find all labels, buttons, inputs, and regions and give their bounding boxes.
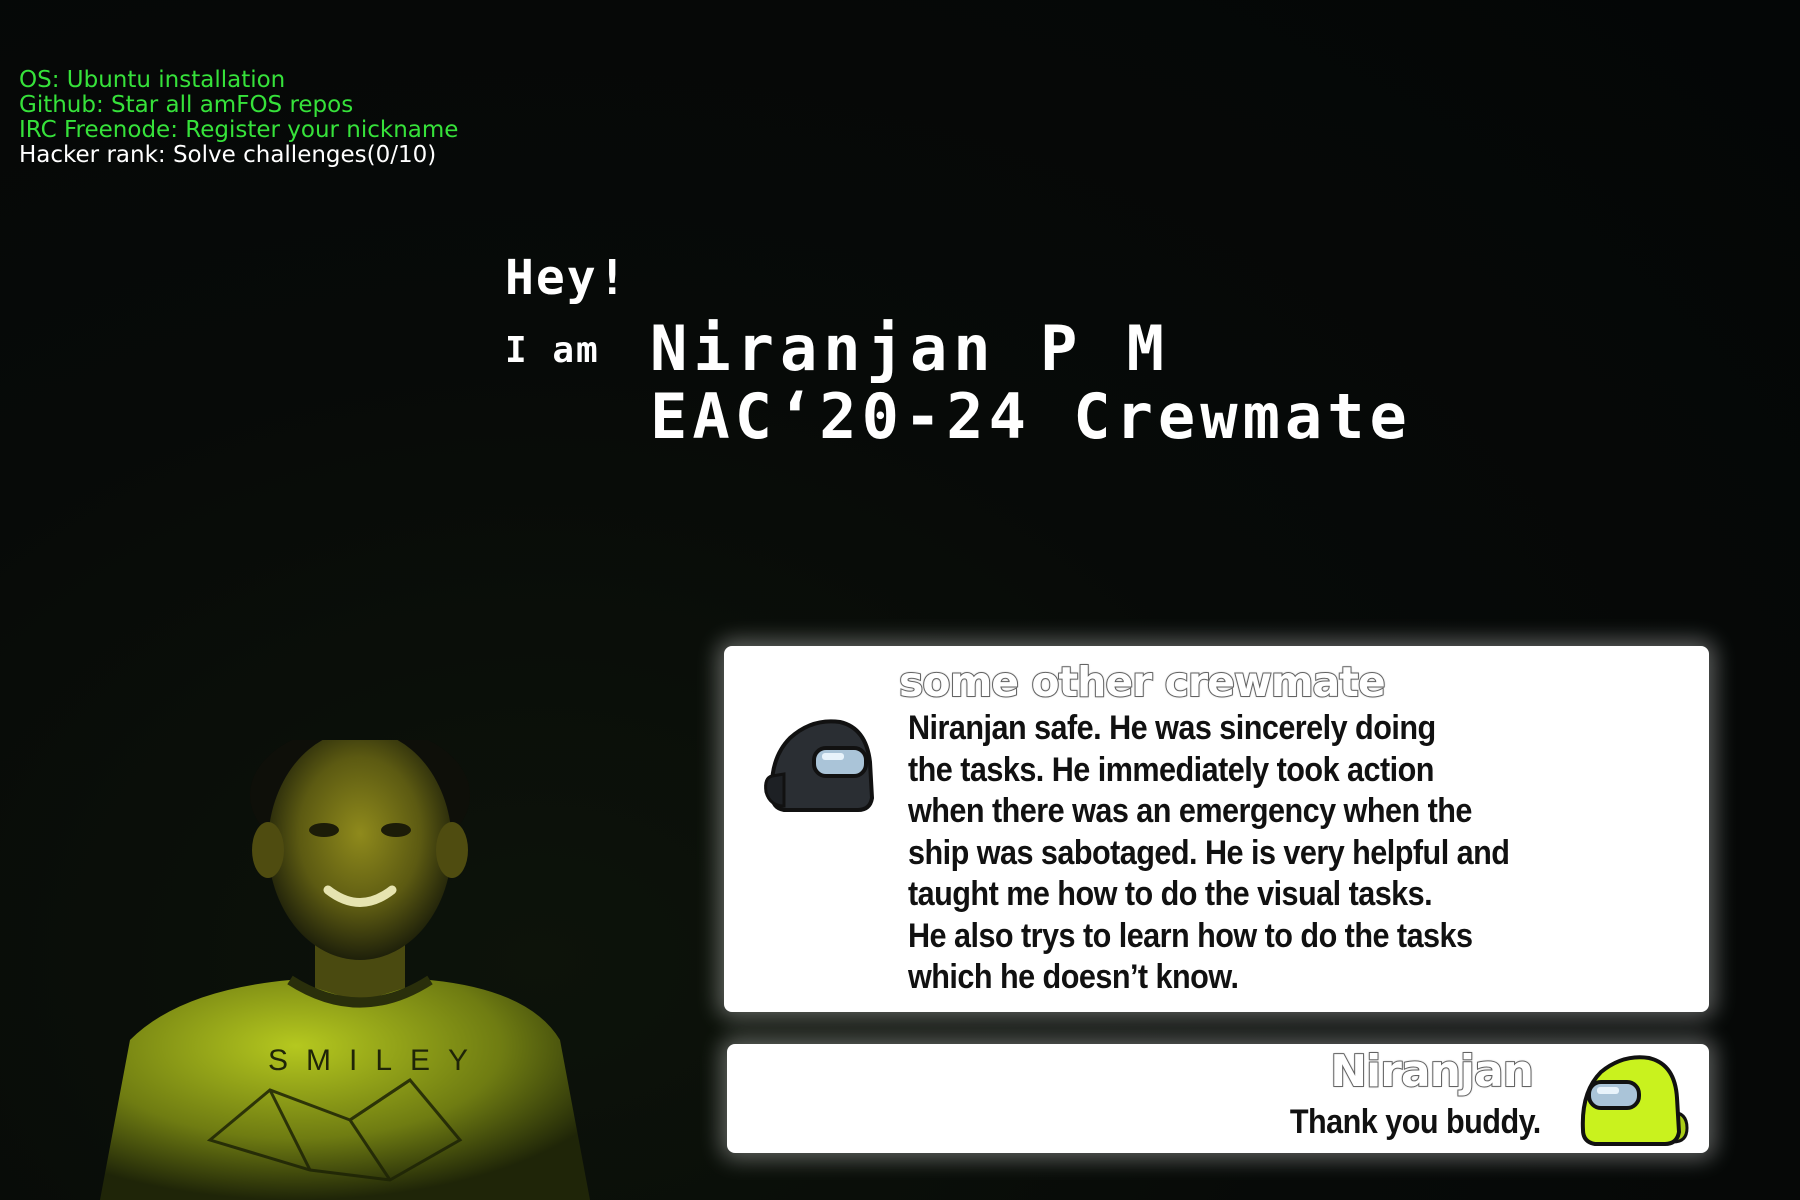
- speaker-name: Niranjan: [1329, 1045, 1535, 1098]
- message-line: He also trys to learn how to do the task…: [908, 916, 1473, 955]
- message-line: when there was an emergency when the: [908, 792, 1472, 830]
- lime-crewmate-icon: [1580, 1055, 1689, 1146]
- chat-message-text: Niranjan safe. He was sincerely doing th…: [908, 708, 1610, 999]
- task-item-hackerrank: Hacker rank: Solve challenges(0/10): [19, 142, 437, 168]
- intro-prefix: I am: [505, 330, 600, 371]
- task-list: OS: Ubuntu installation Github: Star all…: [19, 68, 458, 168]
- greeting-text: Hey!: [505, 250, 629, 306]
- speaker-name: some other crewmate: [898, 657, 1387, 707]
- message-line: Niranjan safe. He was sincerely doing: [908, 709, 1436, 747]
- player-name: Niranjan P M: [650, 312, 1170, 385]
- task-item-irc: IRC Freenode: Register your nickname: [19, 117, 459, 143]
- person-photo: SMILEY: [100, 740, 590, 1200]
- message-line: the tasks. He immediately took action: [908, 750, 1434, 789]
- chat-message-card: some other crewmate Niranjan safe. He wa…: [724, 646, 1709, 1012]
- chat-reply-text: Thank you buddy.: [1290, 1103, 1541, 1141]
- message-line: taught me how to do the visual tasks.: [908, 875, 1433, 913]
- chat-reply-card: Niranjan Thank you buddy.: [727, 1044, 1709, 1153]
- player-role: EAC‘20-24 Crewmate: [650, 380, 1412, 453]
- message-line: ship was sabotaged. He is very helpful a…: [908, 833, 1510, 872]
- black-crewmate-icon: [764, 719, 875, 812]
- task-item-github: Github: Star all amFOS repos: [19, 92, 354, 118]
- message-line: which he doesn’t know.: [908, 958, 1239, 996]
- shirt-text: SMILEY: [268, 1044, 486, 1077]
- task-item-os: OS: Ubuntu installation: [19, 67, 286, 93]
